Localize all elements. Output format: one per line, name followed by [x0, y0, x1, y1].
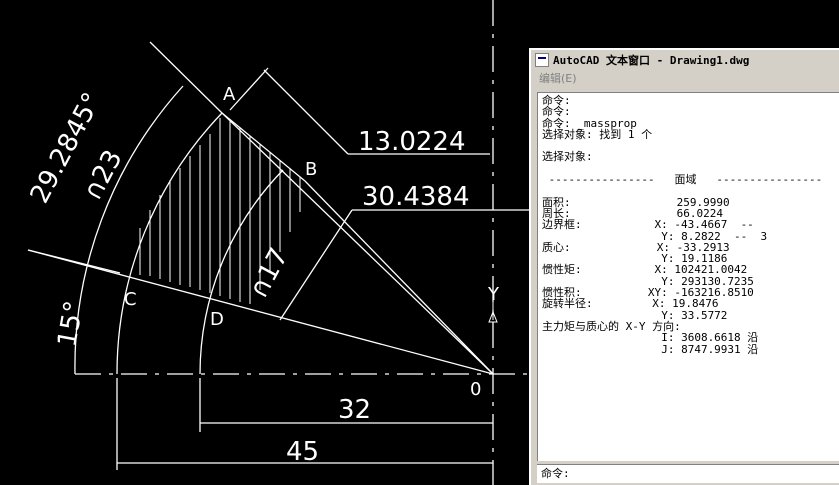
history-line: ---------------- 面域 ----------------	[542, 173, 823, 187]
dim-text-r17: ∩17	[244, 243, 295, 303]
dim-text-radius: 30.4384	[362, 182, 470, 212]
command-input-line[interactable]: 命令:	[537, 464, 839, 483]
arc-r39	[116, 112, 223, 375]
point-label-b: B	[305, 159, 317, 180]
text-window-title: AutoCAD 文本窗口 - Drawing1.dwg	[553, 54, 750, 67]
dim-chord-tick	[229, 67, 269, 111]
dim-angle-ext1	[149, 41, 223, 114]
history-line: 命令:	[542, 105, 571, 119]
history-line: 选择对象: 找到 1 个	[542, 127, 653, 141]
point-label-c: C	[124, 289, 137, 310]
point-label-d: D	[210, 309, 224, 330]
text-window-menubar: 编辑(E)	[531, 70, 839, 88]
autocad-app-icon	[535, 53, 549, 67]
dim-text-15deg: 15°	[52, 299, 90, 350]
point-label-a: A	[223, 84, 236, 105]
text-window-titlebar[interactable]: AutoCAD 文本窗口 - Drawing1.dwg	[531, 50, 839, 70]
history-line: I: 3608.6618 沿	[542, 331, 759, 345]
dim-text-45: 45	[286, 437, 319, 467]
dim-angle-ext2	[27, 249, 121, 274]
dim-chord-ext	[263, 69, 349, 155]
menu-edit[interactable]: 编辑(E)	[539, 72, 577, 85]
ucs-y-label: Y	[487, 284, 500, 305]
point-label-o: 0	[470, 379, 481, 400]
history-line: 旋转半径: X: 19.8476	[542, 297, 719, 311]
history-line: 边界框: X: -43.4667 --	[542, 218, 754, 232]
line-a-b	[221, 112, 306, 182]
history-line: J: 8747.9931 沿	[542, 342, 759, 356]
autocad-text-window[interactable]: AutoCAD 文本窗口 - Drawing1.dwg 编辑(E) 命令: 命令:…	[529, 48, 839, 485]
history-lines: 命令: 命令: 命令: _massprop 选择对象: 找到 1 个 选择对象: --…	[538, 93, 839, 355]
text-window-history[interactable]: 命令: 命令: 命令: _massprop 选择对象: 找到 1 个 选择对象: --…	[537, 92, 839, 461]
history-line: 选择对象:	[542, 150, 593, 164]
dim-text-chord: 13.0224	[358, 127, 466, 157]
history-line: 命令:	[542, 94, 571, 107]
history-line	[542, 185, 839, 196]
dim-radius-line	[279, 209, 353, 321]
dim-text-32: 32	[338, 395, 371, 425]
